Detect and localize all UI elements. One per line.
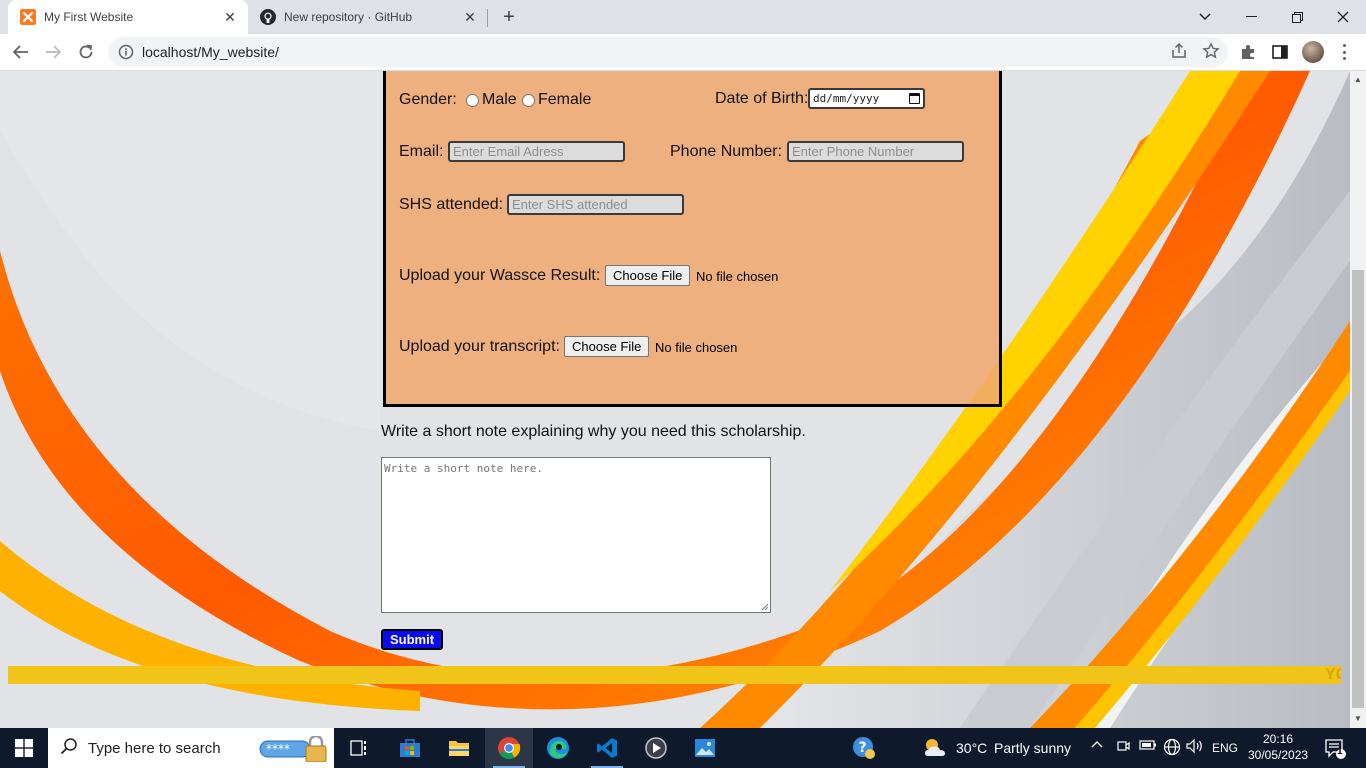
side-panel-icon[interactable]	[1268, 40, 1292, 64]
vscode-icon[interactable]	[583, 728, 631, 768]
wassce-choose-file-button[interactable]: Choose File	[605, 265, 691, 286]
close-tab-icon[interactable]: ✕	[220, 7, 240, 27]
email-input[interactable]: Enter Email Adress	[448, 141, 625, 162]
page-scrollbar[interactable]: ▲ ▼	[1350, 71, 1366, 728]
meet-now-icon[interactable]	[1116, 738, 1130, 757]
task-view-icon[interactable]	[336, 728, 384, 768]
network-globe-icon[interactable]	[1163, 738, 1181, 759]
submit-button[interactable]: Submit	[381, 629, 444, 650]
photos-icon[interactable]	[681, 728, 729, 768]
gender-male-radio[interactable]	[466, 94, 479, 107]
tab-my-first-website[interactable]: My First Website ✕	[8, 0, 248, 34]
search-icon	[60, 737, 78, 760]
minimize-button[interactable]	[1228, 0, 1274, 34]
tab-search-icon[interactable]	[1182, 0, 1228, 34]
close-tab-icon[interactable]: ✕	[460, 7, 480, 27]
profile-avatar[interactable]	[1302, 41, 1324, 63]
marquee-text: YO	[1325, 666, 1341, 683]
weather-icon[interactable]	[922, 736, 948, 765]
shs-label: SHS attended:	[399, 196, 504, 213]
restore-button[interactable]	[1274, 0, 1320, 34]
note-placeholder: Write a short note here.	[384, 462, 543, 475]
page-viewport: Gender: Male Female Date of Birth: dd/mm…	[0, 71, 1350, 728]
dob-label: Date of Birth:	[715, 90, 809, 107]
show-hidden-icons-chevron-icon[interactable]	[1091, 738, 1103, 754]
back-button[interactable]	[9, 40, 33, 64]
volume-icon[interactable]	[1186, 738, 1204, 757]
clock-date: 30/05/2023	[1248, 748, 1309, 762]
windows-logo-icon	[15, 739, 33, 757]
gender-male-label: Male	[482, 91, 517, 108]
share-icon[interactable]	[1170, 42, 1188, 65]
reload-button[interactable]	[74, 40, 98, 64]
address-bar[interactable]: localhost/My_website/	[108, 37, 1228, 67]
note-textarea[interactable]: Write a short note here.	[381, 457, 771, 613]
tab-github[interactable]: New repository · GitHub ✕	[248, 0, 488, 34]
weather-description[interactable]: Partly sunny	[994, 740, 1071, 756]
password-lock-icon: ****	[259, 736, 327, 762]
marquee-banner: YO	[8, 666, 1341, 684]
gender-female-radio[interactable]	[522, 94, 535, 107]
transcript-choose-file-button[interactable]: Choose File	[564, 336, 650, 357]
browser-menu-icon[interactable]	[1336, 42, 1352, 62]
tab-strip: My First Website ✕ New repository · GitH…	[0, 0, 1366, 34]
weather-temperature[interactable]: 30°C	[956, 740, 987, 756]
dob-value: dd/mm/yyyy	[813, 92, 880, 105]
application-form-box: Gender: Male Female Date of Birth: dd/mm…	[383, 71, 1002, 407]
transcript-label: Upload your transcript:	[399, 338, 560, 355]
language-indicator[interactable]: ENG	[1212, 741, 1238, 755]
notification-count: 1	[1337, 746, 1343, 757]
scroll-up-arrow-icon[interactable]: ▲	[1353, 74, 1363, 84]
url-text: localhost/My_website/	[142, 44, 279, 60]
site-info-icon[interactable]	[118, 44, 134, 60]
resize-grip-icon[interactable]	[761, 603, 769, 611]
browser-toolbar: localhost/My_website/	[0, 34, 1366, 71]
scroll-thumb[interactable]	[1352, 270, 1364, 708]
shs-input[interactable]: Enter SHS attended	[507, 194, 684, 215]
help-icon[interactable]: ?	[840, 728, 888, 768]
wassce-file-status: No file chosen	[696, 269, 779, 284]
gender-label: Gender:	[399, 91, 457, 108]
bookmark-star-icon[interactable]	[1202, 42, 1220, 65]
tab-title: New repository · GitHub	[284, 10, 413, 24]
note-label: Write a short note explaining why you ne…	[381, 423, 806, 440]
phone-label: Phone Number:	[670, 143, 783, 160]
forward-button[interactable]	[41, 40, 65, 64]
close-window-button[interactable]	[1320, 0, 1366, 34]
scroll-down-arrow-icon[interactable]: ▼	[1353, 713, 1363, 723]
battery-icon[interactable]	[1139, 738, 1157, 755]
github-icon	[260, 9, 276, 25]
extensions-icon[interactable]	[1236, 40, 1260, 64]
svg-text:****: ****	[266, 742, 290, 756]
gender-female-label: Female	[538, 91, 592, 108]
xampp-icon	[20, 9, 36, 25]
transcript-file-status: No file chosen	[655, 340, 738, 355]
edge-icon[interactable]	[534, 728, 582, 768]
clock[interactable]: 20:16 30/05/2023	[1248, 731, 1308, 763]
search-placeholder: Type here to search	[88, 739, 221, 757]
media-player-icon[interactable]	[632, 728, 680, 768]
chrome-icon[interactable]	[485, 728, 533, 768]
calendar-icon[interactable]	[909, 93, 920, 104]
windows-start-button[interactable]	[0, 728, 48, 768]
email-label: Email:	[399, 143, 444, 160]
windows-taskbar: Type here to search **** ? 30°C Partly s…	[0, 728, 1366, 768]
tab-separator	[487, 9, 488, 27]
file-explorer-icon[interactable]	[435, 728, 483, 768]
phone-input[interactable]: Enter Phone Number	[787, 141, 964, 162]
microsoft-store-icon[interactable]	[386, 728, 434, 768]
clock-time: 20:16	[1262, 732, 1294, 746]
new-tab-button[interactable]: +	[498, 6, 520, 28]
dob-input[interactable]: dd/mm/yyyy	[808, 88, 925, 109]
wassce-label: Upload your Wassce Result:	[399, 267, 601, 284]
tab-title: My First Website	[44, 10, 134, 24]
